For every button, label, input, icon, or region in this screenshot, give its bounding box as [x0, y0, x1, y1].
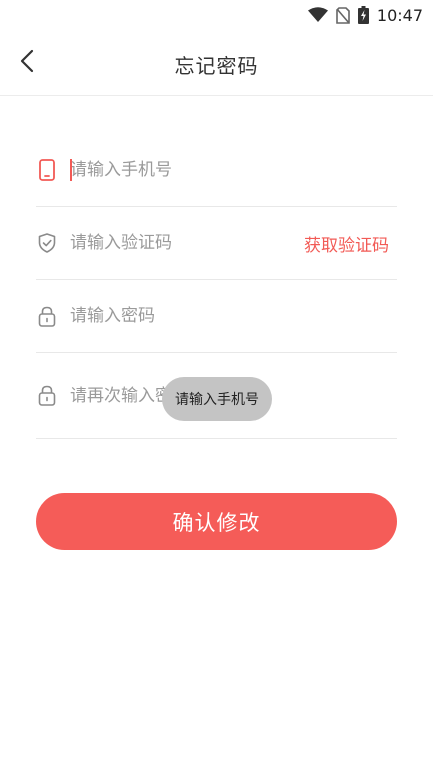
- get-code-button[interactable]: 获取验证码: [304, 231, 389, 256]
- phone-icon: [37, 158, 57, 181]
- shield-check-icon: [37, 232, 57, 254]
- status-time: 10:47: [376, 5, 423, 25]
- lock-icon: [37, 305, 57, 327]
- no-sim-icon: [336, 6, 350, 24]
- header: 忘记密码: [0, 30, 433, 96]
- status-icons: 10:47: [307, 4, 423, 26]
- lock-icon: [37, 385, 57, 407]
- toast-message: 请输入手机号: [162, 377, 272, 421]
- password-input[interactable]: [70, 301, 397, 331]
- battery-charging-icon: [357, 6, 369, 24]
- text-caret: [70, 159, 72, 181]
- status-bar: 10:47: [0, 0, 433, 30]
- page-title: 忘记密码: [174, 54, 259, 78]
- phone-row: [36, 133, 397, 207]
- code-row: 获取验证码: [36, 207, 397, 280]
- confirm-change-button[interactable]: 确认修改: [36, 493, 397, 550]
- password-row: [36, 280, 397, 353]
- phone-input[interactable]: [70, 154, 397, 185]
- wifi-icon: [307, 7, 328, 23]
